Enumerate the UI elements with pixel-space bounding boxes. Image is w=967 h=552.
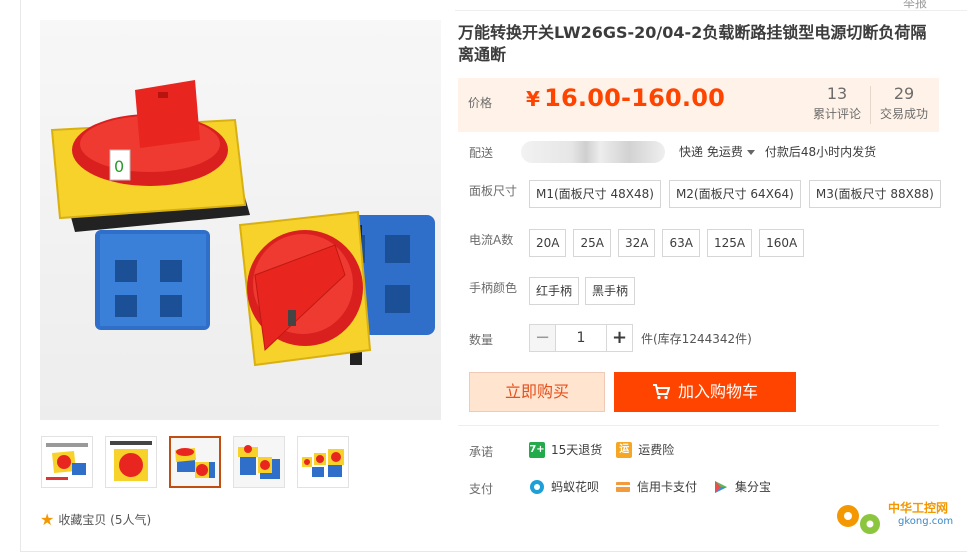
star-icon: ★ — [40, 509, 55, 529]
deal-stat[interactable]: 29 交易成功 — [871, 84, 937, 122]
review-label: 累计评论 — [812, 107, 861, 121]
gkong-watermark-logo: 中华工控网 gkong.com — [832, 496, 962, 540]
quantity-input[interactable]: 1 — [556, 324, 606, 352]
price-range: 16.00-160.00 — [544, 84, 726, 112]
current-label: 电流A数 — [469, 233, 514, 247]
payment-text: 信用卡支付 — [637, 480, 698, 494]
credit-card-icon — [616, 481, 631, 492]
shipping-insurance-icon: 运 — [616, 441, 633, 458]
payment-item-huabei[interactable]: 蚂蚁花呗 — [529, 478, 599, 495]
payment-item-jifenbao[interactable]: 集分宝 — [713, 478, 771, 495]
product-title: 万能转换开关LW26GS-20/04-2负载断路挂锁型电源切断负荷隔离通断 — [458, 23, 927, 64]
add-to-cart-button[interactable]: 加入购物车 — [614, 372, 796, 412]
huabei-icon — [530, 479, 544, 494]
favorite-link[interactable]: ★ 收藏宝贝 (5人气) — [40, 511, 151, 528]
shipping-method-dropdown[interactable]: 快递 免运费 — [679, 143, 755, 160]
handle-color-option[interactable]: 黑手柄 — [585, 277, 636, 305]
promise-item-return[interactable]: 7+ 15天退货 — [529, 441, 602, 458]
header-divider — [455, 10, 967, 11]
jifenbao-icon — [715, 480, 728, 493]
caret-down-icon — [746, 150, 755, 155]
review-count: 13 — [826, 84, 848, 103]
svg-text:0: 0 — [114, 157, 124, 176]
thumbnail-2[interactable] — [105, 436, 157, 488]
thumbnail-5[interactable] — [297, 436, 349, 488]
cart-icon — [652, 384, 670, 400]
buy-now-button[interactable]: 立即购买 — [469, 372, 605, 412]
watermark-cn: 中华工控网 — [888, 500, 948, 515]
section-divider — [458, 425, 939, 426]
watermark-url: gkong.com — [898, 516, 953, 527]
thumbnail-strip — [41, 436, 349, 488]
panel-size-option[interactable]: M2(面板尺寸 64X64) — [668, 180, 801, 208]
current-option[interactable]: 160A — [759, 229, 805, 257]
payment-list: 蚂蚁花呗 信用卡支付 集分宝 — [529, 478, 771, 495]
decrease-button[interactable]: − — [529, 324, 556, 352]
shipping-note: 付款后48小时内发货 — [764, 145, 877, 159]
price-value: ¥16.00-160.00 — [526, 84, 725, 112]
favorite-text: 收藏宝贝 (5人气) — [58, 513, 152, 527]
current-options: 20A 25A 32A 63A 125A 160A — [529, 229, 805, 257]
price-label: 价格 — [468, 96, 493, 110]
payment-text: 集分宝 — [735, 480, 772, 494]
handle-color-option[interactable]: 红手柄 — [529, 277, 580, 305]
promise-item-shipping-insurance[interactable]: 运 运费险 — [616, 441, 674, 458]
current-option[interactable]: 63A — [662, 229, 700, 257]
payment-item-credit-card[interactable]: 信用卡支付 — [615, 478, 697, 495]
panel-size-options: M1(面板尺寸 48X48) M2(面板尺寸 64X64) M3(面板尺寸 88… — [529, 180, 941, 208]
payment-label: 支付 — [469, 482, 494, 496]
thumbnail-4[interactable] — [233, 436, 285, 488]
panel-size-option[interactable]: M1(面板尺寸 48X48) — [529, 180, 661, 208]
deal-count: 29 — [893, 84, 915, 103]
currency-symbol: ¥ — [526, 87, 541, 111]
review-stat[interactable]: 13 累计评论 — [804, 84, 870, 122]
return-7-day-icon: 7+ — [529, 441, 545, 458]
current-option[interactable]: 20A — [529, 229, 567, 257]
stock-text: 件(库存1244342件) — [641, 331, 752, 346]
promise-list: 7+ 15天退货 运 运费险 — [529, 441, 674, 458]
payment-text: 蚂蚁花呗 — [551, 480, 600, 494]
shipping-location-blurred[interactable] — [521, 141, 665, 163]
handle-color-label: 手柄颜色 — [469, 281, 518, 295]
shipping-method: 快递 免运费 — [679, 145, 743, 159]
promise-text: 运费险 — [638, 443, 675, 457]
deal-label: 交易成功 — [879, 107, 928, 121]
report-link[interactable]: 举报 — [903, 0, 927, 11]
panel-size-option[interactable]: M3(面板尺寸 88X88) — [808, 180, 941, 208]
quantity-label: 数量 — [469, 333, 494, 347]
main-product-image: 0 — [40, 20, 441, 420]
shipping-info: 快递 免运费 付款后48小时内发货 — [679, 143, 876, 160]
panel-size-label: 面板尺寸 — [469, 184, 518, 198]
add-to-cart-label: 加入购物车 — [677, 382, 758, 401]
gear-icon — [837, 505, 880, 534]
promise-text: 15天退货 — [551, 443, 603, 457]
thumbnail-3-selected[interactable] — [169, 436, 221, 488]
handle-color-options: 红手柄 黑手柄 — [529, 277, 636, 305]
quantity-stepper: − 1 + 件(库存1244342件) — [529, 324, 752, 352]
promise-label: 承诺 — [469, 445, 494, 459]
current-option[interactable]: 25A — [573, 229, 611, 257]
increase-button[interactable]: + — [606, 324, 633, 352]
current-option[interactable]: 125A — [706, 229, 753, 257]
shipping-label: 配送 — [469, 146, 494, 160]
thumbnail-1[interactable] — [41, 436, 93, 488]
current-option[interactable]: 32A — [617, 229, 656, 257]
price-panel: 价格 ¥16.00-160.00 13 累计评论 29 交易成功 — [458, 78, 939, 132]
